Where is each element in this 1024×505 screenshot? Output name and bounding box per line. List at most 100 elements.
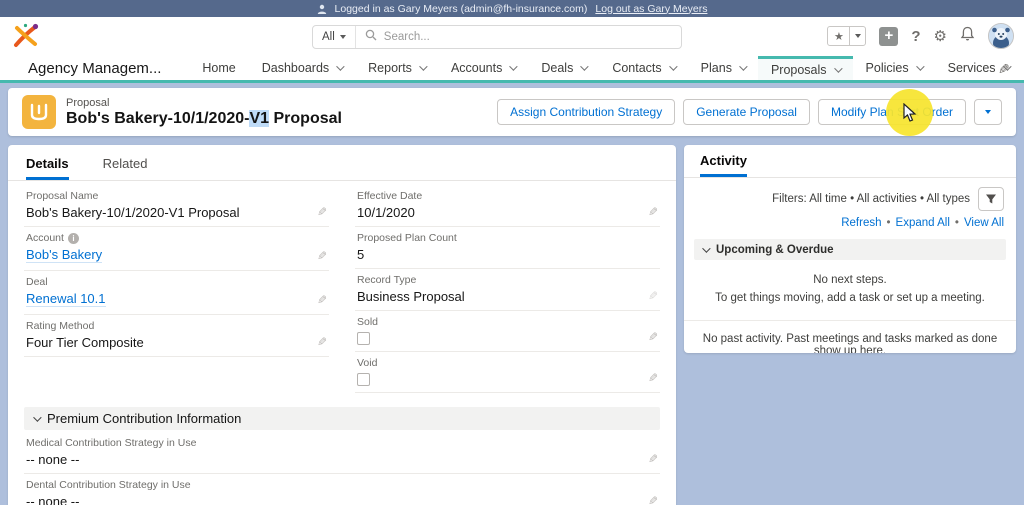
activity-links: Refresh • Expand All • View All xyxy=(841,217,1004,229)
inline-edit-pencil-icon[interactable]: ✎ xyxy=(648,494,658,505)
record-header: Proposal Bob's Bakery-10/1/2020-V1 Propo… xyxy=(8,88,1016,136)
notification-bell-icon[interactable] xyxy=(960,26,975,47)
nav-item-plans[interactable]: Plans xyxy=(688,56,758,80)
inline-edit-pencil-icon[interactable]: ✎ xyxy=(317,335,327,349)
app-logo xyxy=(12,22,40,50)
nav-item-contacts[interactable]: Contacts xyxy=(599,56,687,80)
favorites-caret-icon[interactable] xyxy=(850,27,865,45)
proposal-record-icon xyxy=(22,95,56,129)
nav-items: Home Dashboards Reports Accounts Deals C… xyxy=(189,56,1024,80)
tab-related[interactable]: Related xyxy=(103,156,148,180)
refresh-link[interactable]: Refresh xyxy=(841,217,881,229)
logout-link[interactable]: Log out as Gary Meyers xyxy=(595,3,707,15)
utility-bar: Logged in as Gary Meyers (admin@fh-insur… xyxy=(0,0,1024,17)
user-avatar[interactable] xyxy=(988,23,1014,49)
field-dental-contribution: Dental Contribution Strategy in Use -- n… xyxy=(24,474,660,505)
inline-edit-pencil-icon[interactable]: ✎ xyxy=(317,205,327,219)
section-header-premium-contribution[interactable]: Premium Contribution Information xyxy=(24,407,660,430)
details-card: Details Related Proposal Name Bob's Bake… xyxy=(8,145,676,505)
field-deal: Deal Renewal 10.1 ✎ xyxy=(24,271,329,315)
chevron-down-icon xyxy=(915,62,925,71)
sold-checkbox[interactable] xyxy=(357,332,370,345)
section-chevron-icon xyxy=(33,412,42,422)
app-name[interactable]: Agency Managem... xyxy=(28,60,161,77)
assign-contribution-strategy-button[interactable]: Assign Contribution Strategy xyxy=(497,99,676,125)
field-effective-date: Effective Date 10/1/2020 ✎ xyxy=(355,185,660,227)
field-proposed-plan-count: Proposed Plan Count 5 xyxy=(355,227,660,269)
nav-item-reports[interactable]: Reports xyxy=(355,56,438,80)
filter-funnel-icon xyxy=(986,194,996,204)
field-medical-contribution: Medical Contribution Strategy in Use -- … xyxy=(24,432,660,474)
filters-summary: Filters: All time • All activities • All… xyxy=(772,193,970,205)
setup-gear-icon[interactable]: ⚙ xyxy=(934,27,947,45)
expand-all-link[interactable]: Expand All xyxy=(896,217,950,229)
quick-add-icon[interactable]: + xyxy=(879,26,899,46)
nav-item-deals[interactable]: Deals xyxy=(528,56,599,80)
chevron-down-icon xyxy=(336,62,345,71)
record-title-block: Proposal Bob's Bakery-10/1/2020-V1 Propo… xyxy=(66,97,497,128)
search-scope-dropdown[interactable]: All xyxy=(313,26,356,48)
inline-edit-pencil-icon[interactable]: ✎ xyxy=(317,249,327,263)
generate-proposal-button[interactable]: Generate Proposal xyxy=(683,99,810,125)
details-tabs: Details Related xyxy=(8,145,676,181)
chevron-down-icon xyxy=(419,62,428,71)
chevron-down-icon xyxy=(833,63,843,73)
no-past-activity-message: No past activity. Past meetings and task… xyxy=(702,332,998,353)
account-link[interactable]: Bob's Bakery xyxy=(26,247,103,263)
search-scope-label: All xyxy=(322,31,335,43)
inline-edit-pencil-icon[interactable]: ✎ xyxy=(317,293,327,307)
premium-section-fields: Medical Contribution Strategy in Use -- … xyxy=(8,430,676,505)
tab-activity[interactable]: Activity xyxy=(700,153,747,177)
edit-nav-pencil-icon[interactable]: ✎ xyxy=(998,61,1010,78)
field-void: Void ✎ xyxy=(355,352,660,393)
field-account: Account i Bob's Bakery ✎ xyxy=(24,227,329,271)
favorites-star-icon[interactable]: ★ xyxy=(828,27,851,45)
view-all-link[interactable]: View All xyxy=(964,217,1004,229)
selected-text: V1 xyxy=(249,109,270,127)
nav-item-accounts[interactable]: Accounts xyxy=(438,56,528,80)
field-record-type: Record Type Business Proposal ✎ xyxy=(355,269,660,311)
record-type-edit-icon[interactable]: ✎ xyxy=(648,289,658,303)
chevron-down-icon xyxy=(509,62,519,71)
chevron-down-icon xyxy=(668,62,678,71)
inline-edit-pencil-icon[interactable]: ✎ xyxy=(648,371,658,385)
inline-edit-pencil-icon[interactable]: ✎ xyxy=(648,330,658,344)
salesforce-app-screen: Logged in as Gary Meyers (admin@fh-insur… xyxy=(0,0,1024,505)
favorites-button: ★ xyxy=(827,26,867,46)
inline-edit-pencil-icon[interactable]: ✎ xyxy=(648,205,658,219)
field-grid: Proposal Name Bob's Bakery-10/1/2020-V1 … xyxy=(8,181,676,393)
nav-item-home[interactable]: Home xyxy=(189,56,248,80)
record-title: Bob's Bakery-10/1/2020-V1 Proposal xyxy=(66,109,342,127)
field-proposal-name: Proposal Name Bob's Bakery-10/1/2020-V1 … xyxy=(24,185,329,227)
logged-in-text: Logged in as Gary Meyers (admin@fh-insur… xyxy=(334,2,588,15)
field-column-right: Effective Date 10/1/2020 ✎ Proposed Plan… xyxy=(355,185,660,393)
header-icons: ★ + ? ⚙ xyxy=(827,23,1014,49)
chevron-down-icon xyxy=(739,62,748,71)
cursor-click-highlight xyxy=(886,89,933,136)
help-icon[interactable]: ? xyxy=(911,28,920,45)
tab-details[interactable]: Details xyxy=(26,156,69,180)
global-search: All xyxy=(312,25,682,49)
nav-item-dashboards[interactable]: Dashboards xyxy=(249,56,355,80)
void-checkbox[interactable] xyxy=(357,373,370,386)
more-actions-dropdown[interactable] xyxy=(974,99,1002,125)
nav-item-policies[interactable]: Policies xyxy=(853,56,935,80)
person-icon xyxy=(317,4,327,14)
inline-edit-pencil-icon[interactable]: ✎ xyxy=(648,452,658,466)
activity-filters-row: Filters: All time • All activities • All… xyxy=(684,178,1016,215)
filter-button[interactable] xyxy=(978,187,1004,211)
upcoming-overdue-header[interactable]: Upcoming & Overdue xyxy=(694,239,1006,260)
activity-card: Activity Filters: All time • All activit… xyxy=(684,145,1016,353)
info-icon[interactable]: i xyxy=(67,232,79,244)
search-input[interactable] xyxy=(383,31,681,43)
global-header: All ★ + ? ⚙ xyxy=(0,17,1024,56)
deal-link[interactable]: Renewal 10.1 xyxy=(26,291,106,307)
nav-item-proposals[interactable]: Proposals xyxy=(757,56,853,80)
chevron-down-icon xyxy=(580,62,589,71)
mouse-cursor-icon xyxy=(902,102,916,122)
search-icon xyxy=(365,28,377,46)
activity-tabs: Activity xyxy=(684,145,1016,178)
record-entity-label: Proposal xyxy=(66,96,110,109)
no-next-steps-message: No next steps. To get things moving, add… xyxy=(715,274,985,304)
section-chevron-icon xyxy=(702,243,711,253)
